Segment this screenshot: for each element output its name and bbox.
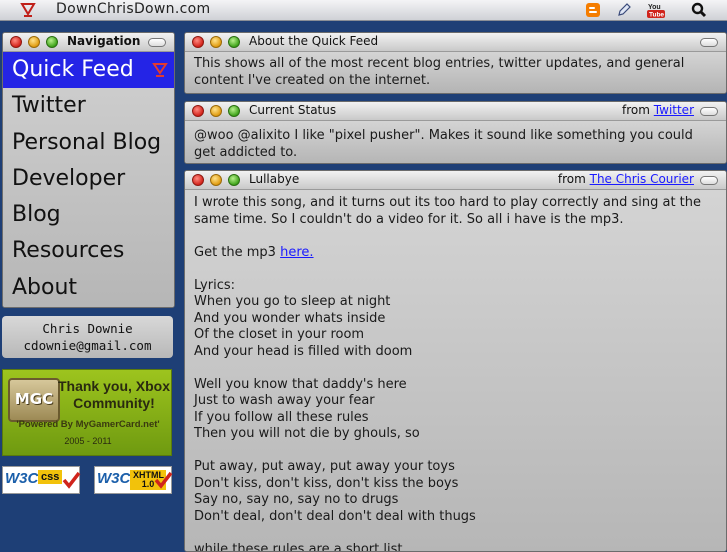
status-body: @woo @alixito I like "pixel pusher". Mak… [185, 121, 726, 164]
from-prefix: from [558, 172, 586, 186]
close-icon[interactable] [10, 36, 22, 48]
mp3-link[interactable]: here. [280, 245, 313, 260]
w3c-logo: W3C [5, 470, 38, 487]
close-icon[interactable] [192, 174, 204, 186]
close-icon[interactable] [192, 105, 204, 117]
nav-item-label: Blog [12, 202, 61, 227]
status-title: Current Status [249, 103, 336, 117]
lyric-line: Put away, put away, put away your toys [194, 459, 717, 476]
lyric-line: Of the closet in your room [194, 327, 717, 344]
nav-item-developer[interactable]: Developer [3, 161, 174, 197]
lyric-line: Well you know that daddy's here [194, 377, 717, 394]
status-titlebar: Current Status from Twitter [185, 102, 726, 121]
nav-item-label: Developer [12, 166, 125, 191]
lullabye-titlebar: Lullabye from The Chris Courier [185, 171, 726, 190]
nav-item-label: Twitter [12, 93, 86, 118]
svg-text:You: You [648, 4, 661, 11]
site-title[interactable]: DownChrisDown.com [56, 1, 210, 17]
lyric-line: When you go to sleep at night [194, 294, 717, 311]
nav-item-resources[interactable]: Resources [3, 233, 174, 269]
badge-powered: 'Powered By MyGamerCard.net' [3, 419, 173, 430]
blogger-icon[interactable] [585, 2, 601, 18]
w3c-css-badge[interactable]: W3C css [2, 466, 80, 494]
logo-icon [152, 62, 168, 78]
minimize-icon[interactable] [210, 36, 222, 48]
gamercard-badge[interactable]: MGC Thank you, Xbox Community! 'Powered … [2, 369, 172, 456]
nav-item-about[interactable]: About [3, 270, 174, 306]
nav-item-label: Personal Blog [12, 130, 161, 155]
nav-item-quick-feed[interactable]: Quick Feed [3, 52, 174, 88]
collapse-pill-icon[interactable] [700, 176, 718, 185]
nav-item-personal-blog[interactable]: Personal Blog [3, 125, 174, 161]
navigation-panel: Navigation Quick Feed Twitter Personal B… [2, 32, 175, 308]
checkmark-icon [153, 470, 173, 490]
navigation-list: Quick Feed Twitter Personal Blog Develop… [3, 52, 174, 307]
contact-card: Chris Downie cdownie@gmail.com [2, 316, 173, 358]
maximize-icon[interactable] [228, 36, 240, 48]
logo-icon[interactable] [20, 2, 36, 18]
w3c-xhtml-badge[interactable]: W3C XHTML 1.0 [94, 466, 172, 494]
badge-years: 2005 - 2011 [3, 436, 173, 446]
post-intro: I wrote this song, and it turns out its … [194, 195, 717, 228]
youtube-icon[interactable]: You Tube [647, 2, 665, 18]
about-title: About the Quick Feed [249, 34, 378, 48]
close-icon[interactable] [192, 36, 204, 48]
top-bar: DownChrisDown.com You Tube [0, 0, 727, 21]
svg-text:Tube: Tube [649, 12, 664, 19]
w3c-logo: W3C [97, 470, 130, 487]
status-panel: Current Status from Twitter @woo @alixit… [184, 101, 727, 164]
maximize-icon[interactable] [228, 174, 240, 186]
mp3-prefix: Get the mp3 [194, 245, 276, 260]
status-source: from Twitter [622, 103, 694, 117]
badge-thanks-line2: Community! [57, 395, 171, 412]
twitter-link[interactable]: Twitter [654, 103, 694, 117]
chris-courier-link[interactable]: The Chris Courier [590, 172, 694, 186]
navigation-titlebar: Navigation [3, 33, 174, 52]
nav-item-label: Resources [12, 238, 124, 263]
lyric-line: Say no, say no, say no to drugs [194, 492, 717, 509]
badge-thanks: Thank you, Xbox Community! [57, 378, 171, 412]
checkmark-icon [61, 470, 81, 490]
contact-email[interactable]: cdownie@gmail.com [2, 337, 173, 354]
from-prefix: from [622, 103, 650, 117]
lullabye-source: from The Chris Courier [558, 172, 694, 186]
pen-icon[interactable] [616, 2, 632, 18]
lyric-line: And you wonder whats inside [194, 311, 717, 328]
minimize-icon[interactable] [210, 105, 222, 117]
collapse-pill-icon[interactable] [700, 107, 718, 116]
maximize-icon[interactable] [228, 105, 240, 117]
lyric-line: Just to wash away your fear [194, 393, 717, 410]
badge-thanks-line1: Thank you, Xbox [57, 378, 171, 395]
collapse-pill-icon[interactable] [700, 38, 718, 47]
lullabye-panel: Lullabye from The Chris Courier I wrote … [184, 170, 727, 552]
nav-item-label: Quick Feed [12, 57, 134, 82]
minimize-icon[interactable] [28, 36, 40, 48]
maximize-icon[interactable] [46, 36, 58, 48]
nav-item-label: About [12, 275, 77, 300]
mgc-logo: MGC [8, 378, 60, 422]
lyric-line: If you follow all these rules [194, 410, 717, 427]
w3c-css-label: css [38, 470, 62, 484]
lyric-line: Don't kiss, don't kiss, don't kiss the b… [194, 476, 717, 493]
lyric-line: while these rules are a short list [194, 542, 717, 552]
lyric-line: Then you will not die by ghouls, so [194, 426, 717, 443]
about-titlebar: About the Quick Feed [185, 33, 726, 52]
about-panel: About the Quick Feed This shows all of t… [184, 32, 727, 94]
navigation-title: Navigation [67, 34, 140, 48]
collapse-pill-icon[interactable] [148, 38, 166, 47]
contact-name: Chris Downie [2, 320, 173, 337]
lullabye-body: I wrote this song, and it turns out its … [185, 190, 726, 552]
lyrics-label: Lyrics: [194, 278, 717, 295]
nav-item-blog[interactable]: Blog [3, 197, 174, 233]
minimize-icon[interactable] [210, 174, 222, 186]
mp3-line: Get the mp3 here. [194, 245, 717, 262]
lullabye-title: Lullabye [249, 172, 299, 186]
lyric-line: Don't deal, don't deal don't deal with t… [194, 509, 717, 526]
nav-item-twitter[interactable]: Twitter [3, 88, 174, 124]
search-icon[interactable] [691, 2, 707, 18]
lyric-line: And your head is filled with doom [194, 344, 717, 361]
about-body: This shows all of the most recent blog e… [185, 52, 726, 93]
